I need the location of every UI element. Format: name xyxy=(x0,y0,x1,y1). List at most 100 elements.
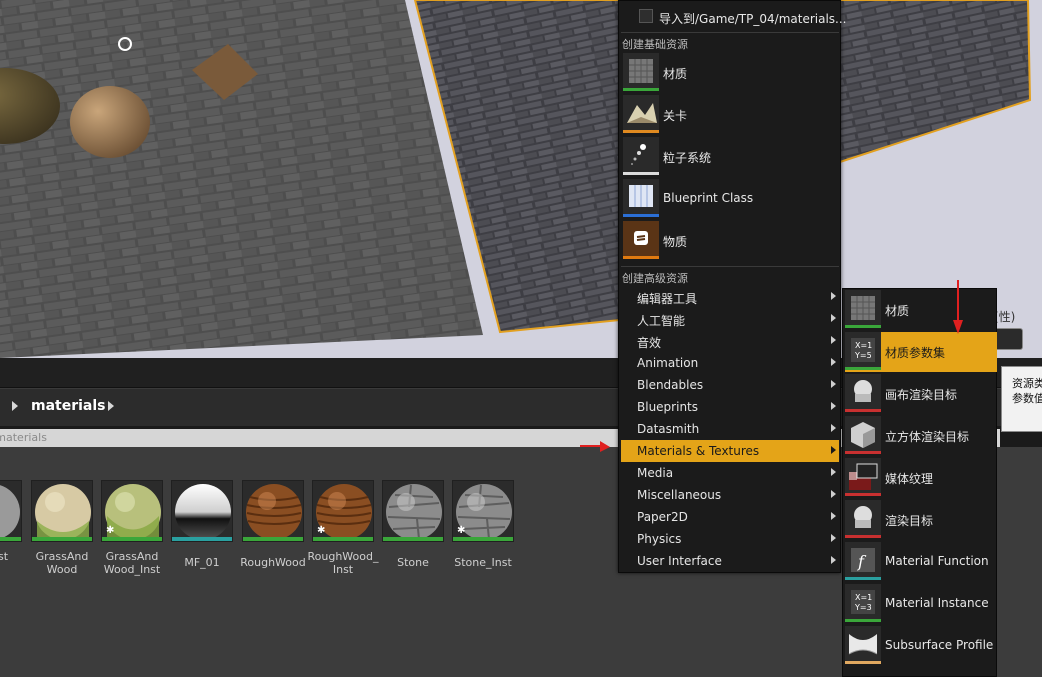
menu-item-label: 人工智能 xyxy=(637,314,686,328)
submenu-item-canvas-render-target[interactable]: 画布渲染目标 xyxy=(845,374,997,414)
chevron-right-icon xyxy=(831,490,836,498)
material-icon xyxy=(623,53,659,91)
tooltip-line: 资源类 xyxy=(1012,377,1042,390)
chevron-right-icon xyxy=(831,402,836,410)
menu-item-label: 画布渲染目标 xyxy=(885,388,958,402)
submenu-materials-textures: 材质 X=1 Y=5 材质参数集 画布渲染目标 立方体渲染目标 媒体纹理 渲染目… xyxy=(842,288,997,677)
asset-tile[interactable]: ✱ nst xyxy=(0,480,22,563)
menu-divider xyxy=(621,32,839,33)
annotation-arrow-right xyxy=(580,441,610,452)
menu-item-user-interface[interactable]: User Interface xyxy=(621,550,839,572)
chevron-right-icon xyxy=(831,534,836,542)
asset-tile[interactable]: ✱ RoughWood_ Inst xyxy=(308,480,378,576)
menu-item-import[interactable]: 导入到/Game/TP_04/materials... xyxy=(639,5,846,27)
menu-item-particle-system[interactable]: 粒子系统 xyxy=(623,137,839,177)
asset-tile[interactable]: ✱ GrassAnd Wood_Inst xyxy=(101,480,163,576)
menu-divider xyxy=(621,266,839,267)
menu-item-ai[interactable]: 人工智能 xyxy=(621,308,839,330)
chevron-right-icon xyxy=(831,556,836,564)
chevron-right-icon[interactable] xyxy=(12,401,18,411)
import-icon xyxy=(639,9,653,23)
menu-item-label: 编辑器工具 xyxy=(637,292,698,306)
property-field[interactable] xyxy=(995,328,1023,350)
substance-icon xyxy=(623,221,659,259)
submenu-item-subsurface-profile[interactable]: Subsurface Profile xyxy=(845,626,997,666)
menu-item-label: Blueprint Class xyxy=(663,191,754,205)
chevron-right-icon xyxy=(831,468,836,476)
submenu-item-media-texture[interactable]: 媒体纹理 xyxy=(845,458,997,498)
submenu-item-material[interactable]: 材质 xyxy=(845,290,997,330)
menu-item-label: Media xyxy=(637,466,674,480)
submenu-item-material-parameter-collection[interactable]: X=1 Y=5 材质参数集 xyxy=(845,332,997,372)
asset-thumbnail xyxy=(242,480,304,542)
asset-thumbnail: ✱ xyxy=(101,480,163,542)
menu-item-physics[interactable]: Physics xyxy=(621,528,839,550)
submenu-item-material-instance[interactable]: X=1 Y=3 Material Instance xyxy=(845,584,997,624)
instance-star-icon: ✱ xyxy=(317,525,326,536)
menu-item-blueprint-class[interactable]: Blueprint Class xyxy=(623,179,839,219)
asset-tile[interactable]: Stone xyxy=(382,480,444,569)
svg-text:X=1: X=1 xyxy=(855,593,872,602)
asset-label: MF_01 xyxy=(184,556,220,569)
subsurface-profile-icon xyxy=(845,626,881,664)
submenu-item-render-target[interactable]: 渲染目标 xyxy=(845,500,997,540)
menu-item-media[interactable]: Media xyxy=(621,462,839,484)
breadcrumb-folder[interactable]: materials xyxy=(31,398,106,414)
menu-item-label: Material Function xyxy=(885,554,989,568)
menu-item-label: Paper2D xyxy=(637,510,688,524)
asset-thumbnail xyxy=(171,480,233,542)
chevron-right-icon xyxy=(831,336,836,344)
asset-tile[interactable]: ✱ Stone_Inst xyxy=(452,480,514,569)
menu-item-label: Subsurface Profile xyxy=(885,638,994,652)
particle-icon xyxy=(623,137,659,175)
menu-item-label: 材质 xyxy=(663,67,688,81)
menu-item-label: 音效 xyxy=(637,336,662,350)
menu-item-blueprints[interactable]: Blueprints xyxy=(621,396,839,418)
asset-thumbnail xyxy=(31,480,93,542)
menu-item-paper2d[interactable]: Paper2D xyxy=(621,506,839,528)
asset-label: RoughWood_ Inst xyxy=(307,550,379,576)
cube-render-target-icon xyxy=(845,416,881,454)
menu-item-materials-textures[interactable]: Materials & Textures xyxy=(621,440,839,462)
menu-item-label: 导入到/Game/TP_04/materials... xyxy=(659,12,847,26)
asset-label: Stone_Inst xyxy=(454,556,512,569)
menu-item-label: Blendables xyxy=(637,378,704,392)
menu-item-blendables[interactable]: Blendables xyxy=(621,374,839,396)
menu-item-miscellaneous[interactable]: Miscellaneous xyxy=(621,484,839,506)
svg-text:X=1: X=1 xyxy=(855,341,872,350)
context-menu: 导入到/Game/TP_04/materials... 创建基础资源 材质 关卡… xyxy=(618,0,846,573)
menu-item-level[interactable]: 关卡 xyxy=(623,95,839,135)
menu-item-sounds[interactable]: 音效 xyxy=(621,330,839,352)
chevron-right-icon xyxy=(831,314,836,322)
asset-thumbnail: ✱ xyxy=(312,480,374,542)
menu-item-label: 材质参数集 xyxy=(885,346,946,360)
asset-tile[interactable]: RoughWood xyxy=(240,480,306,569)
tooltip-line: 参数值 xyxy=(1012,392,1042,405)
asset-tile[interactable]: GrassAnd Wood xyxy=(31,480,93,576)
media-texture-icon xyxy=(845,458,881,496)
submenu-item-material-function[interactable]: f Material Function xyxy=(845,542,997,582)
menu-item-label: Material Instance xyxy=(885,596,989,610)
asset-thumbnail xyxy=(382,480,444,542)
menu-item-label: 渲染目标 xyxy=(885,514,934,528)
chevron-right-icon xyxy=(831,424,836,432)
menu-item-datasmith[interactable]: Datasmith xyxy=(621,418,839,440)
submenu-item-cube-render-target[interactable]: 立方体渲染目标 xyxy=(845,416,997,456)
level-icon xyxy=(623,95,659,133)
menu-item-label: Animation xyxy=(637,356,699,370)
menu-item-editor-tools[interactable]: 编辑器工具 xyxy=(621,286,839,308)
material-function-icon: f xyxy=(845,542,881,580)
property-fragment-text: (性) xyxy=(994,310,1016,324)
menu-item-label: 物质 xyxy=(663,235,688,249)
menu-item-label: Materials & Textures xyxy=(637,444,760,458)
parameter-collection-icon: X=1 Y=5 xyxy=(845,332,881,370)
menu-item-substance[interactable]: 物质 xyxy=(623,221,839,261)
chevron-right-icon[interactable] xyxy=(108,401,114,411)
chevron-right-icon xyxy=(831,358,836,366)
asset-label: RoughWood xyxy=(240,556,306,569)
menu-item-label: User Interface xyxy=(637,554,722,568)
menu-item-material[interactable]: 材质 xyxy=(623,53,839,93)
asset-thumbnail: ✱ xyxy=(452,480,514,542)
asset-tile[interactable]: MF_01 xyxy=(171,480,233,569)
menu-item-animation[interactable]: Animation xyxy=(621,352,839,374)
